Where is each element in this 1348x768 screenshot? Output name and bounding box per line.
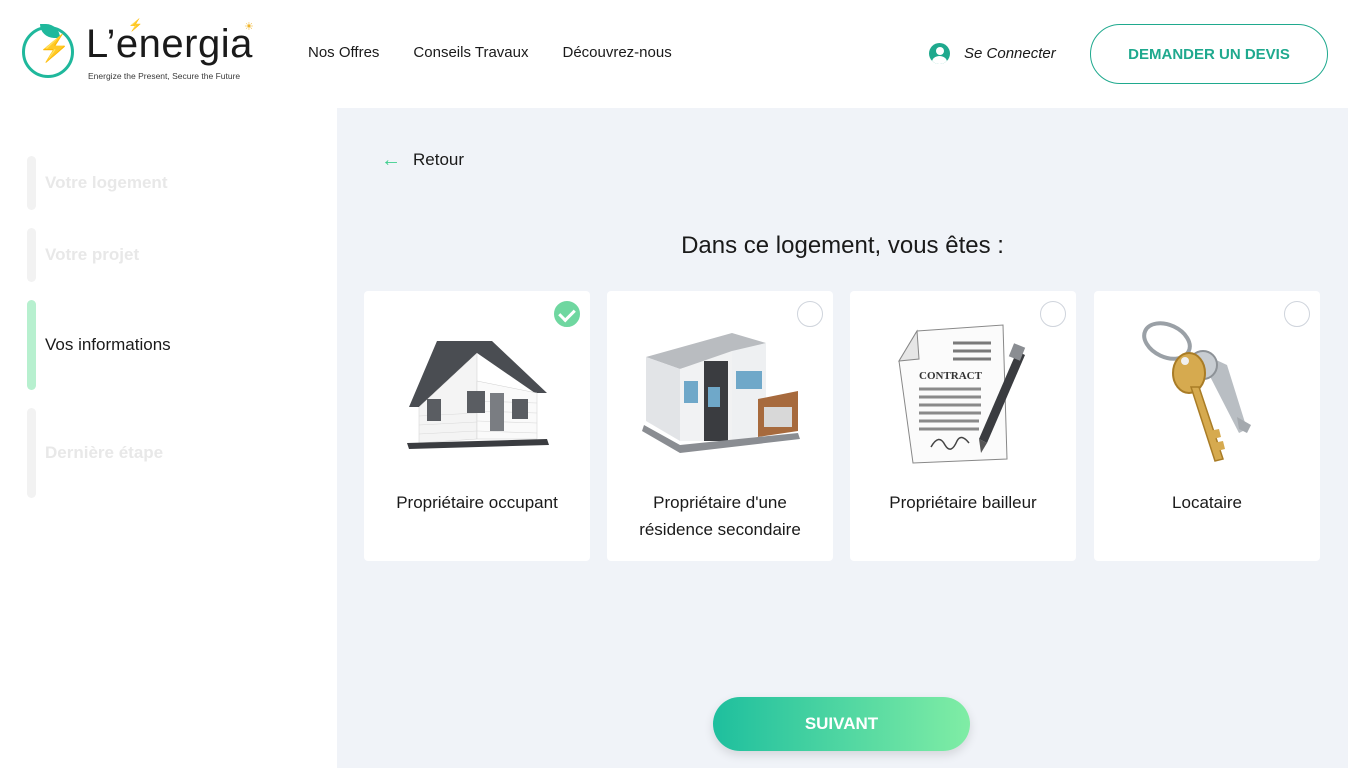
header: ⚡ ⚡ ☀ L’energia Energize the Present, Se… bbox=[0, 0, 1348, 108]
option-label: Propriétaire d'une résidence secondaire bbox=[639, 493, 801, 539]
option-label: Propriétaire bailleur bbox=[889, 493, 1037, 512]
progress-sidebar: Votre logement Votre projet Vos informat… bbox=[0, 108, 337, 768]
question-title: Dans ce logement, vous êtes : bbox=[681, 232, 1004, 259]
lightning-bolt-icon: ⚡ bbox=[38, 33, 71, 63]
request-quote-button[interactable]: DEMANDER UN DEVIS bbox=[1090, 24, 1328, 84]
login-link[interactable]: Se Connecter bbox=[929, 43, 1056, 64]
option-card-proprietaire-bailleur[interactable]: CONTRACT Propriétaire bailleur bbox=[850, 291, 1076, 561]
arrow-left-icon: ← bbox=[381, 149, 401, 171]
step-indicator-active bbox=[27, 300, 36, 390]
option-card-proprietaire-occupant[interactable]: Propriétaire occupant bbox=[364, 291, 590, 561]
main-nav: Nos Offres Conseils Travaux Découvrez-no… bbox=[308, 44, 672, 61]
radio-button-icon[interactable] bbox=[1040, 301, 1066, 327]
nav-item-conseils-travaux[interactable]: Conseils Travaux bbox=[413, 44, 528, 61]
option-card-locataire[interactable]: Locataire bbox=[1094, 291, 1320, 561]
brand-name: L’energia bbox=[86, 22, 253, 66]
brand-logo[interactable]: ⚡ ⚡ ☀ L’energia Energize the Present, Se… bbox=[20, 18, 285, 84]
step-label: Vos informations bbox=[45, 335, 171, 354]
back-label: Retour bbox=[413, 150, 465, 169]
option-label: Locataire bbox=[1172, 493, 1242, 512]
house-icon bbox=[407, 341, 549, 449]
option-card-residence-secondaire[interactable]: Propriétaire d'une résidence secondaire bbox=[607, 291, 833, 561]
brand-tagline: Energize the Present, Secure the Future bbox=[88, 71, 241, 81]
back-link[interactable]: ← Retour bbox=[381, 150, 464, 170]
keys-icon bbox=[1142, 321, 1251, 462]
check-circle-icon[interactable] bbox=[554, 301, 580, 327]
step-indicator bbox=[27, 156, 36, 210]
step-label: Votre logement bbox=[45, 173, 168, 192]
next-button[interactable]: SUIVANT bbox=[713, 697, 970, 751]
form-panel: ← Retour Dans ce logement, vous êtes : P… bbox=[337, 108, 1348, 768]
radio-button-icon[interactable] bbox=[797, 301, 823, 327]
step-label: Votre projet bbox=[45, 245, 140, 264]
modern-house-icon bbox=[642, 333, 800, 453]
nav-item-nos-offres[interactable]: Nos Offres bbox=[308, 44, 379, 61]
step-indicator bbox=[27, 228, 36, 282]
step-indicator bbox=[27, 408, 36, 498]
nav-item-decouvrez-nous[interactable]: Découvrez-nous bbox=[562, 44, 671, 61]
login-label: Se Connecter bbox=[964, 45, 1056, 62]
step-label: Dernière étape bbox=[45, 443, 164, 462]
contract-icon: CONTRACT bbox=[898, 324, 1026, 464]
user-icon bbox=[929, 43, 950, 64]
radio-button-icon[interactable] bbox=[1284, 301, 1310, 327]
option-label: Propriétaire occupant bbox=[396, 493, 558, 512]
contract-heading: CONTRACT bbox=[919, 370, 983, 382]
